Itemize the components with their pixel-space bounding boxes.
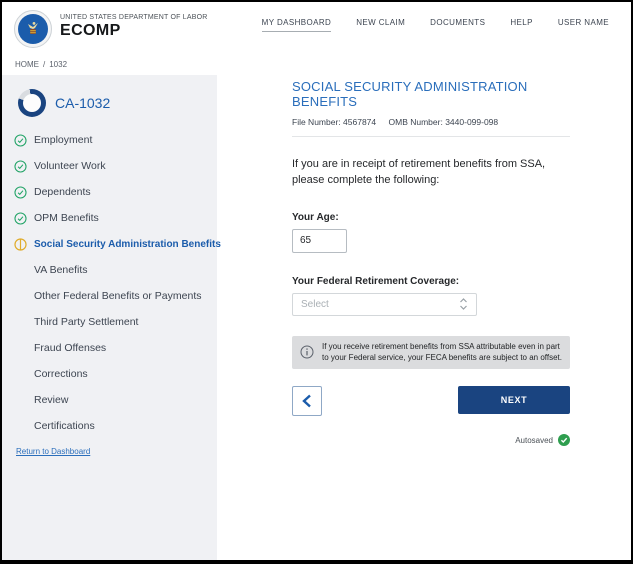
nav-item-documents[interactable]: DOCUMENTS xyxy=(430,18,485,31)
sidebar-item-label: Social Security Administration Benefits xyxy=(34,239,221,250)
brand-text: UNITED STATES DEPARTMENT OF LABOR ECOMP xyxy=(60,10,208,40)
sidebar: CA-1032 Employment Volunteer Work Dependen… xyxy=(2,75,217,560)
back-chevron-icon xyxy=(301,394,313,408)
breadcrumb-separator: / xyxy=(43,60,45,69)
sidebar-item-review[interactable]: Review xyxy=(12,387,209,413)
age-input[interactable] xyxy=(292,229,347,253)
coverage-select[interactable]: Select xyxy=(292,293,477,316)
info-icon xyxy=(300,345,314,359)
form-title: CA-1032 xyxy=(55,95,110,111)
sidebar-item-other-federal-benefits-or-payments[interactable]: Other Federal Benefits or Payments xyxy=(12,283,209,309)
agency-name: UNITED STATES DEPARTMENT OF LABOR xyxy=(60,14,208,21)
sidebar-item-label: Third Party Settlement xyxy=(34,316,138,328)
omb-number-label: OMB Number: xyxy=(389,117,443,127)
sidebar-item-label: Other Federal Benefits or Payments xyxy=(34,290,202,302)
icon-spacer xyxy=(14,290,27,303)
sidebar-item-label: Fraud Offenses xyxy=(34,342,106,354)
icon-spacer xyxy=(14,394,27,407)
icon-spacer xyxy=(14,368,27,381)
file-number-label: File Number: xyxy=(292,117,341,127)
sidebar-item-dependents[interactable]: Dependents xyxy=(12,179,209,205)
offset-notice: If you receive retirement benefits from … xyxy=(292,336,570,369)
nav-item-user-name[interactable]: USER NAME xyxy=(558,18,609,31)
form-actions: NEXT xyxy=(292,386,570,416)
breadcrumb: HOME / 1032 xyxy=(15,60,67,69)
sidebar-form-header: CA-1032 xyxy=(12,87,209,127)
omb-number-value: 3440-099-098 xyxy=(445,117,498,127)
dol-seal-logo xyxy=(14,10,52,48)
sidebar-item-label: Corrections xyxy=(34,368,88,380)
eagle-emblem xyxy=(22,18,44,40)
age-label: Your Age: xyxy=(292,212,570,223)
sidebar-item-volunteer-work[interactable]: Volunteer Work xyxy=(12,153,209,179)
main-content: SOCIAL SECURITY ADMINISTRATION BENEFITS … xyxy=(217,75,631,560)
coverage-label: Your Federal Retirement Coverage: xyxy=(292,276,570,287)
app-name: ECOMP xyxy=(60,22,208,40)
autosave-check-icon xyxy=(558,434,570,446)
icon-spacer xyxy=(14,264,27,277)
sidebar-item-label: Volunteer Work xyxy=(34,160,106,172)
sidebar-item-label: OPM Benefits xyxy=(34,212,99,224)
sidebar-item-social-security-administration-benefits[interactable]: Social Security Administration Benefits xyxy=(12,231,209,257)
check-circle-icon xyxy=(14,160,27,173)
autosave-status: Autosaved xyxy=(292,434,570,446)
icon-spacer xyxy=(14,420,27,433)
sidebar-item-corrections[interactable]: Corrections xyxy=(12,361,209,387)
icon-spacer xyxy=(14,316,27,329)
check-circle-icon xyxy=(14,212,27,225)
sidebar-item-employment[interactable]: Employment xyxy=(12,127,209,153)
sidebar-item-fraud-offenses[interactable]: Fraud Offenses xyxy=(12,335,209,361)
breadcrumb-home-link[interactable]: HOME xyxy=(15,60,39,69)
sidebar-item-label: Dependents xyxy=(34,186,91,198)
sidebar-item-third-party-settlement[interactable]: Third Party Settlement xyxy=(12,309,209,335)
next-button[interactable]: NEXT xyxy=(458,386,570,414)
sidebar-item-certifications[interactable]: Certifications xyxy=(12,413,209,439)
icon-spacer xyxy=(14,342,27,355)
sidebar-nav: Employment Volunteer Work Dependents OPM Be… xyxy=(12,127,209,439)
dol-seal-inner xyxy=(18,14,48,44)
page-title: SOCIAL SECURITY ADMINISTRATION BENEFITS xyxy=(292,79,570,109)
back-button[interactable] xyxy=(292,386,322,416)
sidebar-item-opm-benefits[interactable]: OPM Benefits xyxy=(12,205,209,231)
intro-text: If you are in receipt of retirement bene… xyxy=(292,157,570,189)
file-number-value: 4567874 xyxy=(343,117,376,127)
nav-item-my-dashboard[interactable]: MY DASHBOARD xyxy=(262,18,332,32)
sidebar-item-label: Review xyxy=(34,394,68,406)
sidebar-item-label: Certifications xyxy=(34,420,95,432)
ecomp-window: UNITED STATES DEPARTMENT OF LABOR ECOMP … xyxy=(0,0,633,564)
coverage-select-value: Select xyxy=(301,299,329,310)
breadcrumb-current: 1032 xyxy=(49,60,67,69)
progress-donut-icon xyxy=(18,89,46,117)
sidebar-item-label: VA Benefits xyxy=(34,264,88,276)
offset-notice-text: If you receive retirement benefits from … xyxy=(322,341,562,364)
nav-item-help[interactable]: HELP xyxy=(510,18,533,31)
sidebar-item-va-benefits[interactable]: VA Benefits xyxy=(12,257,209,283)
form-meta: File Number: 4567874 OMB Number: 3440-09… xyxy=(292,117,570,137)
sidebar-item-label: Employment xyxy=(34,134,92,146)
top-nav: MY DASHBOARD NEW CLAIM DOCUMENTS HELP USER N… xyxy=(262,18,609,32)
autosave-label: Autosaved xyxy=(515,436,553,445)
header: UNITED STATES DEPARTMENT OF LABOR ECOMP … xyxy=(2,2,631,75)
check-circle-icon xyxy=(14,134,27,147)
return-to-dashboard-link[interactable]: Return to Dashboard xyxy=(16,447,90,456)
in-progress-icon xyxy=(14,238,27,251)
check-circle-icon xyxy=(14,186,27,199)
nav-item-new-claim[interactable]: NEW CLAIM xyxy=(356,18,405,31)
select-chevrons-icon xyxy=(459,298,468,310)
